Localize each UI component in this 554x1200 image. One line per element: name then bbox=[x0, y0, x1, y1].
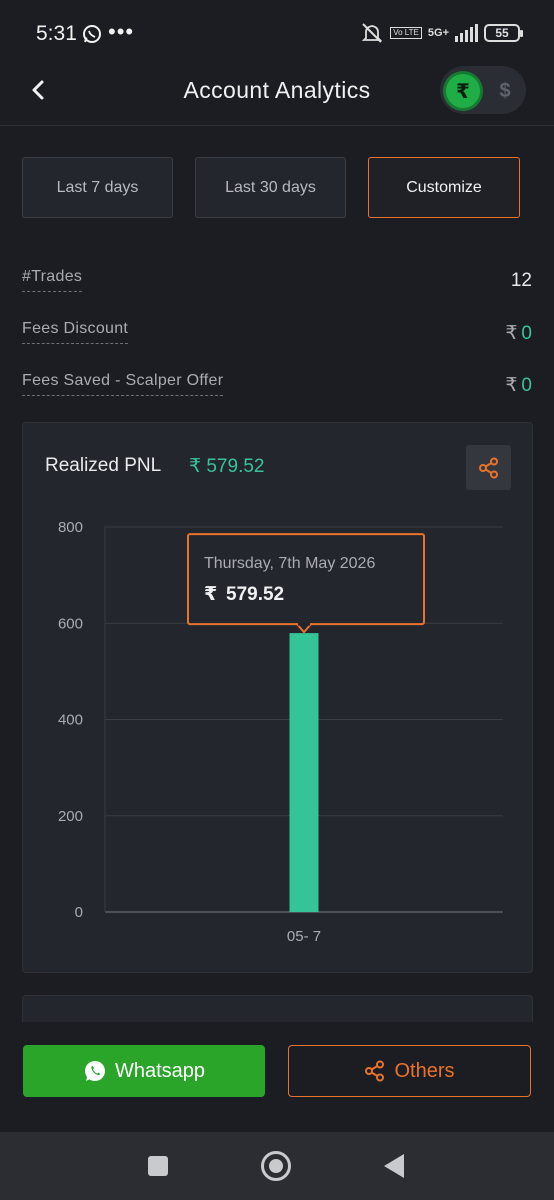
y-tick-label: 0 bbox=[75, 904, 83, 921]
y-tick-label: 200 bbox=[58, 808, 83, 825]
others-share-button[interactable]: Others bbox=[288, 1045, 531, 1097]
back-button-icon[interactable] bbox=[384, 1154, 404, 1178]
home-button-icon[interactable] bbox=[261, 1151, 291, 1181]
fees-saved-value: 0 bbox=[521, 375, 532, 396]
tab-last-30-days[interactable]: Last 30 days bbox=[195, 157, 346, 218]
trades-value: 12 bbox=[510, 270, 532, 291]
status-bar: 5:31 ••• Vo LTE 5G+ 55 bbox=[0, 0, 554, 66]
mute-icon bbox=[362, 23, 383, 43]
share-icon bbox=[365, 1060, 385, 1082]
tab-last-7-days[interactable]: Last 7 days bbox=[22, 157, 173, 218]
fees-saved-value-row: ₹0 bbox=[505, 374, 532, 397]
rupee-currency-icon[interactable]: ₹ bbox=[446, 74, 480, 108]
tooltip-currency: ₹ bbox=[204, 583, 217, 605]
trades-label[interactable]: #Trades bbox=[22, 268, 83, 292]
status-time: 5:31 bbox=[36, 22, 77, 45]
whatsapp-notification-icon bbox=[82, 24, 102, 49]
y-tick-label: 400 bbox=[58, 712, 83, 729]
x-tick-label: 05- 7 bbox=[287, 928, 321, 945]
realized-pnl-card: Realized PNL ₹ 579.52 0 200 400 600 800 05- 7… bbox=[22, 422, 533, 973]
share-bar: Whatsapp Others bbox=[0, 1022, 554, 1132]
signal-icon bbox=[455, 24, 478, 42]
app-header: Account Analytics ₹ $ bbox=[0, 66, 554, 126]
network-type: 5G+ bbox=[427, 27, 449, 39]
status-icons: Vo LTE 5G+ 55 bbox=[360, 22, 523, 44]
recents-button-icon[interactable] bbox=[148, 1156, 168, 1176]
tooltip-box bbox=[187, 533, 425, 626]
battery-level: 55 bbox=[495, 26, 509, 40]
more-notifications-icon: ••• bbox=[108, 19, 135, 44]
y-tick-label: 600 bbox=[58, 615, 83, 632]
fees-discount-label[interactable]: Fees Discount bbox=[22, 320, 129, 344]
whatsapp-label: Whatsapp bbox=[114, 1059, 206, 1082]
dollar-currency-icon[interactable]: $ bbox=[490, 76, 520, 106]
battery-icon: 55 bbox=[484, 24, 523, 42]
next-card bbox=[22, 995, 533, 1025]
tooltip-value: 579.52 bbox=[226, 584, 284, 605]
y-tick-label: 800 bbox=[58, 519, 83, 536]
whatsapp-icon bbox=[84, 1061, 105, 1081]
others-label: Others bbox=[394, 1059, 455, 1082]
rupee-symbol: ₹ bbox=[505, 323, 518, 344]
rupee-symbol: ₹ bbox=[505, 375, 518, 396]
fees-discount-value: 0 bbox=[521, 323, 532, 344]
pnl-bar bbox=[289, 633, 319, 912]
volte-icon: Vo LTE bbox=[390, 27, 422, 39]
pnl-bar-chart: 0 200 400 600 800 05- 7 Thursday, 7th May 2026… bbox=[58, 519, 503, 945]
tooltip-date: Thursday, 7th May 2026 bbox=[204, 555, 375, 572]
currency-toggle[interactable]: ₹ $ bbox=[440, 66, 526, 114]
tab-customize[interactable]: Customize bbox=[368, 157, 520, 218]
system-nav-bar bbox=[0, 1132, 554, 1200]
fees-discount-value-row: ₹0 bbox=[505, 322, 532, 345]
fees-saved-label[interactable]: Fees Saved - Scalper Offer bbox=[22, 372, 224, 396]
whatsapp-share-button[interactable]: Whatsapp bbox=[23, 1045, 265, 1097]
